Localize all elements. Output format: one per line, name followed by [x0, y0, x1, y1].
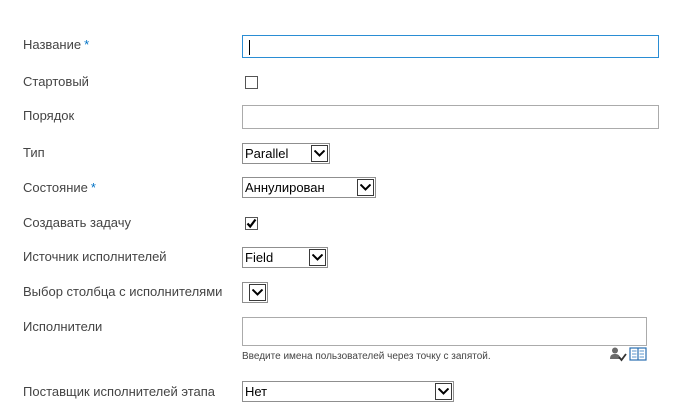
- performers-source-label: Источник исполнителей: [23, 249, 167, 264]
- chevron-down-icon[interactable]: [309, 249, 326, 266]
- name-label: Название *: [23, 37, 89, 53]
- stage-provider-value: Нет: [245, 384, 268, 399]
- create-task-label: Создавать задачу: [23, 215, 131, 230]
- order-label: Порядок: [23, 108, 75, 123]
- state-required-mark: *: [90, 180, 96, 195]
- chevron-down-icon[interactable]: [311, 145, 328, 162]
- state-select[interactable]: Аннулирован: [242, 177, 376, 198]
- start-label: Стартовый: [23, 74, 89, 89]
- performers-column-select[interactable]: [242, 282, 268, 303]
- state-label-text: Состояние: [23, 180, 88, 195]
- type-select[interactable]: Parallel: [242, 143, 330, 164]
- name-label-text: Название: [23, 37, 82, 52]
- stage-provider-label: Поставщик исполнителей этапа: [23, 384, 215, 399]
- performers-source-value: Field: [245, 250, 274, 265]
- name-input[interactable]: [242, 35, 659, 58]
- chevron-down-icon[interactable]: [249, 284, 266, 301]
- address-book-icon[interactable]: [629, 346, 647, 362]
- performers-input[interactable]: [242, 317, 647, 346]
- performers-label: Исполнители: [23, 319, 103, 334]
- order-input[interactable]: [242, 105, 659, 129]
- state-select-value: Аннулирован: [245, 180, 325, 195]
- create-task-checkbox[interactable]: [245, 217, 258, 230]
- chevron-down-icon[interactable]: [435, 383, 452, 400]
- type-select-value: Parallel: [245, 146, 289, 161]
- stage-provider-select[interactable]: Нет: [242, 381, 454, 402]
- name-required-mark: *: [84, 37, 90, 52]
- chevron-down-icon[interactable]: [357, 179, 374, 196]
- check-names-icon[interactable]: [609, 346, 627, 362]
- type-label: Тип: [23, 145, 45, 160]
- performers-hint: Введите имена пользователей через точку …: [242, 351, 491, 362]
- start-checkbox[interactable]: [245, 76, 258, 89]
- performers-column-label: Выбор столбца с исполнителями: [23, 284, 223, 299]
- state-label: Состояние *: [23, 180, 96, 196]
- checkmark-icon: [246, 218, 257, 229]
- performers-source-select[interactable]: Field: [242, 247, 328, 268]
- stage-form: Название * Стартовый Порядок Тип Parallel…: [0, 0, 700, 417]
- text-caret: [249, 40, 250, 55]
